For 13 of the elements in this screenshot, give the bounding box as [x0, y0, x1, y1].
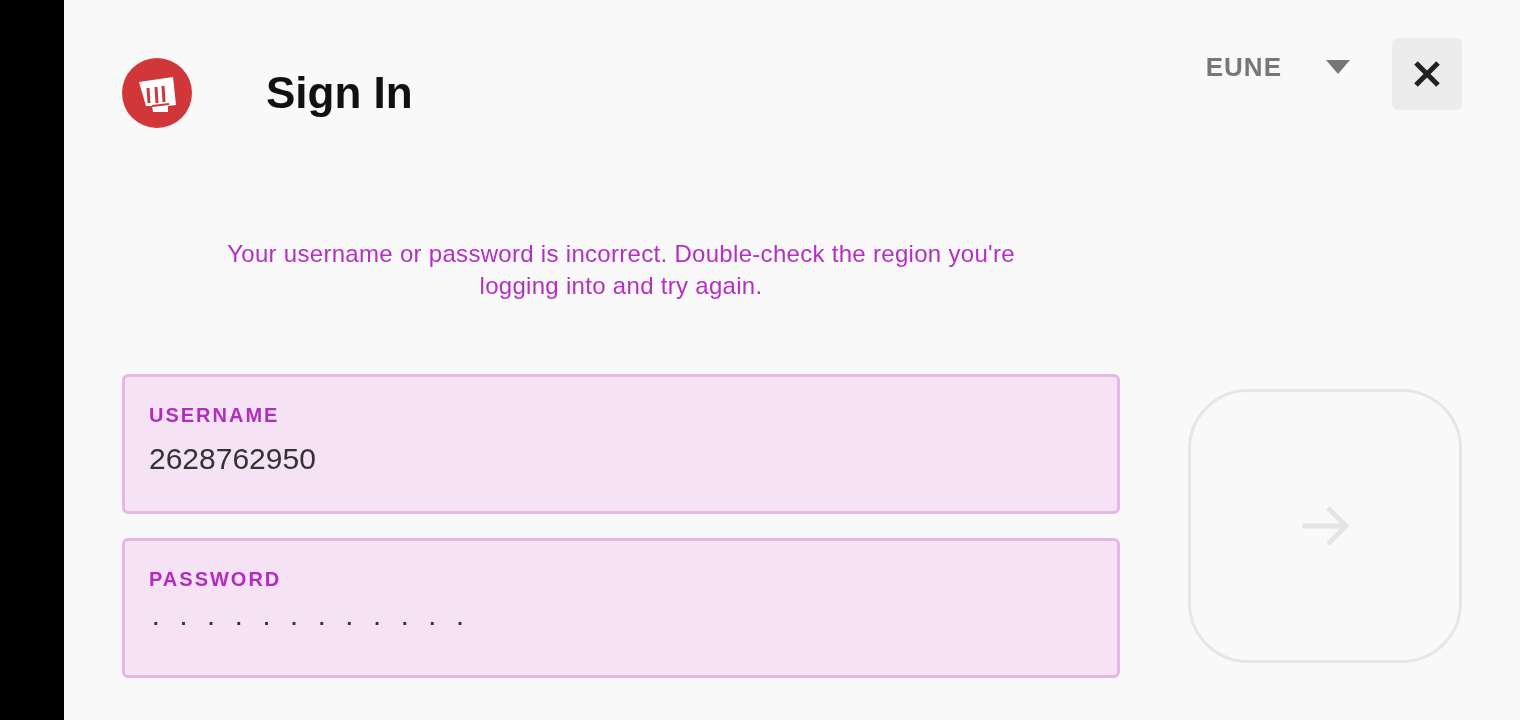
close-icon: [1413, 60, 1441, 88]
masked-value: ············: [153, 611, 485, 636]
page-title: Sign In: [266, 68, 413, 118]
field-value: 2628762950: [149, 441, 316, 477]
region-dropdown[interactable]: EUNE: [1205, 50, 1350, 84]
field-label: PASSWORD: [149, 568, 282, 590]
fist-logo-icon: [122, 58, 192, 128]
caret-icon: [1326, 60, 1350, 74]
username-field[interactable]: USERNAME 2628762950: [122, 374, 1120, 514]
close-button[interactable]: [1392, 38, 1462, 110]
password-field[interactable]: PASSWORD ············: [122, 538, 1120, 678]
field-label: USERNAME: [149, 404, 280, 426]
error-message: Your username or password is incorrect. Double-check the region you're logging into and try again.: [226, 239, 1016, 301]
